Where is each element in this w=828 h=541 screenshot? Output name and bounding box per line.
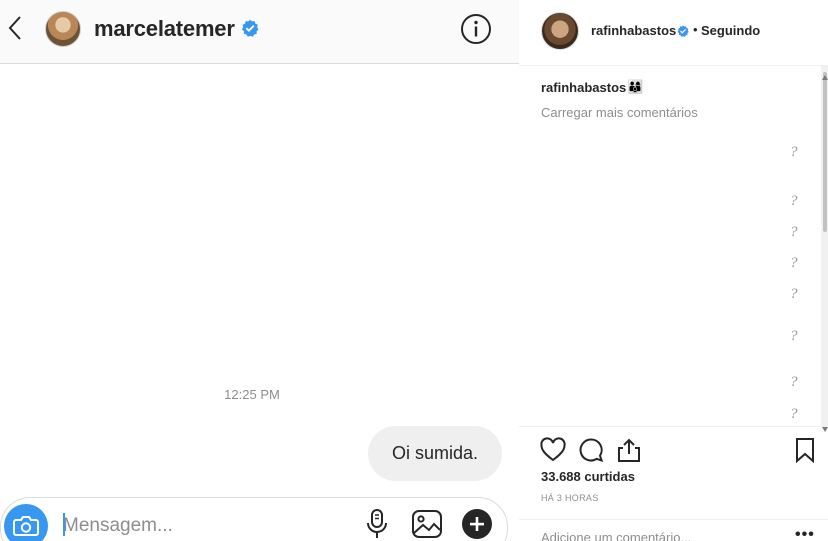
comment-input[interactable]: [541, 528, 771, 541]
add-comment-bar: •••: [519, 519, 828, 541]
scrollbar-thumb[interactable]: [823, 72, 827, 232]
conversation-header: marcelatemer: [0, 0, 519, 64]
message-composer: [0, 497, 508, 541]
load-more-comments-link[interactable]: Carregar mais comentários: [541, 105, 698, 120]
heart-icon[interactable]: [539, 436, 567, 464]
post-header: rafinhabastos • Seguindo: [519, 0, 828, 66]
back-chevron-icon[interactable]: [6, 14, 26, 42]
scroll-down-arrow-icon[interactable]: [822, 419, 828, 432]
contact-avatar[interactable]: [45, 11, 81, 47]
broken-emoji-glyph: ?: [790, 224, 798, 240]
scroll-up-arrow-icon[interactable]: [822, 67, 828, 80]
comment-icon[interactable]: [577, 436, 605, 464]
plus-icon[interactable]: [461, 508, 493, 540]
caption-emoji: 👨‍👩‍👦: [627, 79, 644, 94]
message-text: Oi sumida.: [391, 443, 479, 463]
broken-emoji-glyph: ?: [790, 286, 798, 302]
message-timestamp: 12:25 PM: [224, 387, 280, 402]
info-icon[interactable]: [460, 13, 492, 45]
author-username[interactable]: rafinhabastos: [591, 23, 676, 38]
broken-emoji-glyph: ?: [790, 374, 798, 390]
share-icon[interactable]: [615, 436, 643, 464]
comments-list: rafinhabastos 👨‍👩‍👦 Carregar mais coment…: [519, 66, 828, 426]
message-input[interactable]: [63, 512, 343, 540]
sent-message-bubble[interactable]: Oi sumida.: [368, 426, 502, 481]
like-count[interactable]: 33.688 curtidas: [541, 469, 635, 484]
verified-badge-icon: [241, 19, 259, 42]
bookmark-icon[interactable]: [791, 436, 819, 464]
following-button[interactable]: Seguindo: [701, 23, 760, 38]
microphone-icon[interactable]: [361, 508, 393, 540]
broken-emoji-glyph: ?: [790, 406, 798, 422]
post-actions: 33.688 curtidas HÁ 3 HORAS •••: [519, 426, 828, 541]
post-time: HÁ 3 HORAS: [541, 493, 599, 503]
text-cursor: [63, 513, 65, 536]
camera-icon[interactable]: [4, 504, 48, 541]
post-panel: rafinhabastos • Seguindo rafinhabastos 👨…: [519, 0, 828, 541]
verified-badge-icon: [677, 24, 689, 42]
broken-emoji-glyph: ?: [790, 193, 798, 209]
broken-emoji-glyph: ?: [790, 255, 798, 271]
separator-dot: •: [693, 22, 698, 37]
more-options-icon[interactable]: •••: [795, 526, 815, 541]
contact-username[interactable]: marcelatemer: [94, 16, 235, 42]
broken-emoji-glyph: ?: [790, 144, 798, 160]
caption-username[interactable]: rafinhabastos: [541, 80, 626, 95]
direct-message-panel: marcelatemer 12:25 PM Oi sumida.: [0, 0, 519, 541]
broken-emoji-glyph: ?: [790, 328, 798, 344]
image-icon[interactable]: [411, 508, 443, 540]
author-avatar[interactable]: [541, 12, 579, 50]
